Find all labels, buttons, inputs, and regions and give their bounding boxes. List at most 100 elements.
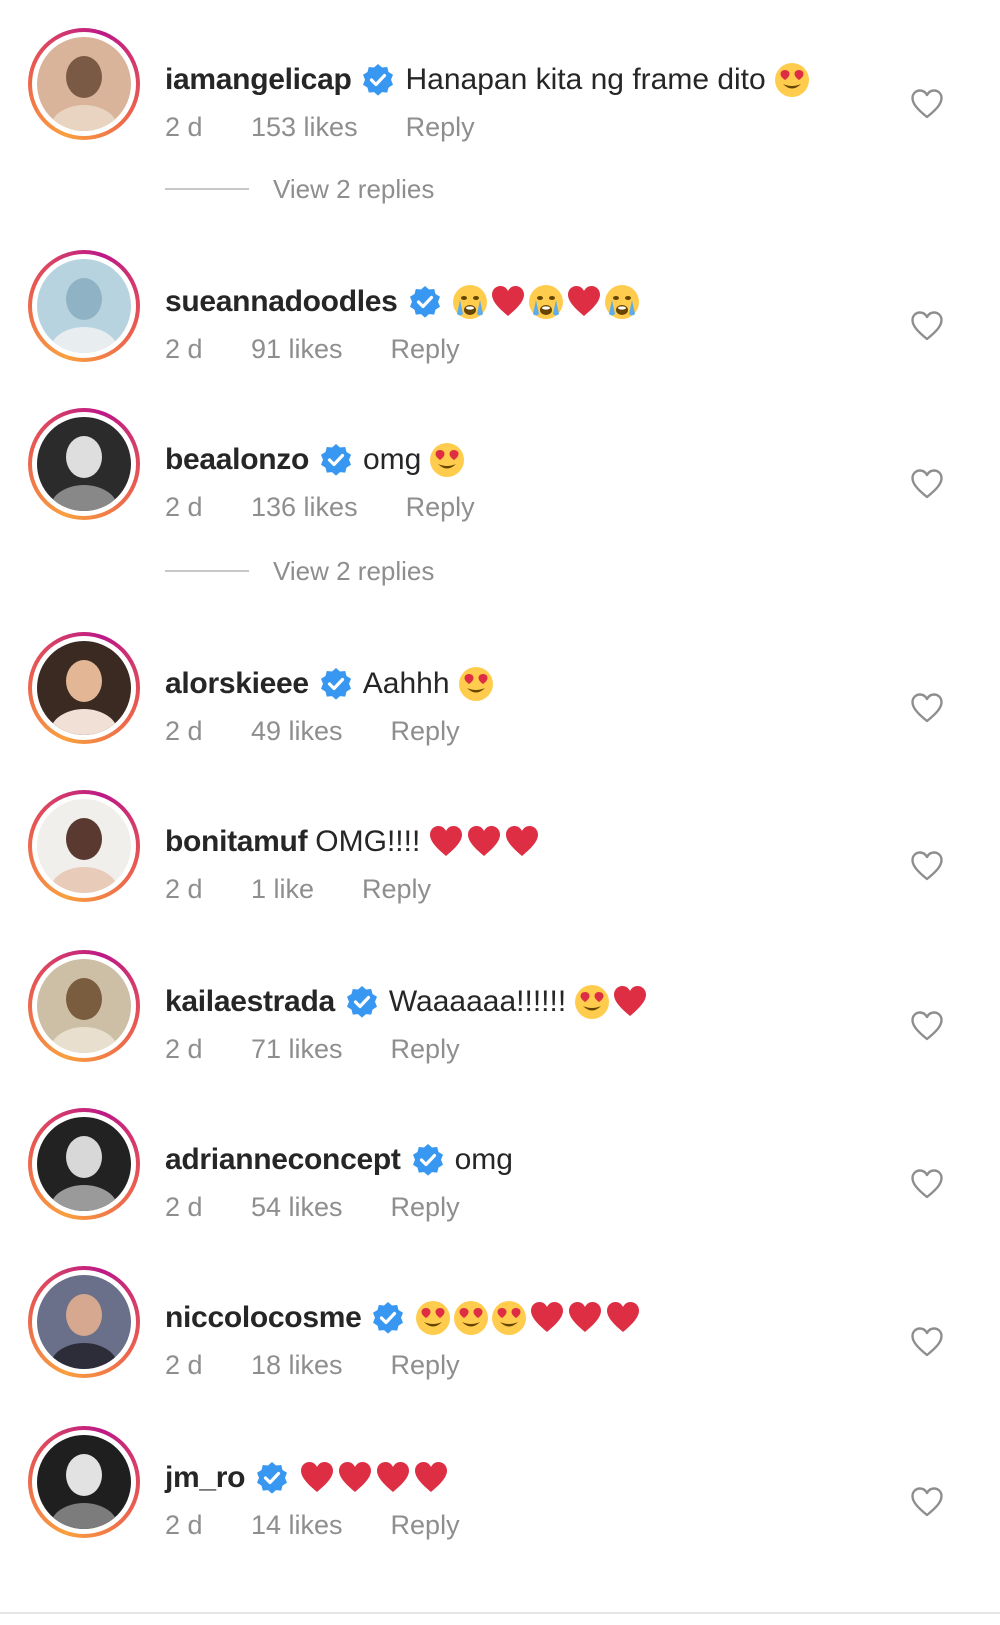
reply-button[interactable]: Reply: [391, 716, 460, 747]
verified-badge-icon: [371, 1301, 405, 1335]
heart-eyes-emoji-icon: [415, 1300, 451, 1336]
avatar[interactable]: [28, 1426, 140, 1538]
reply-button[interactable]: Reply: [391, 1034, 460, 1065]
comment-timestamp: 2 d: [165, 1033, 203, 1064]
comment-meta: 2 d 49 likes Reply: [165, 714, 460, 748]
crying-emoji-icon: [452, 284, 488, 320]
avatar[interactable]: [28, 28, 140, 140]
red-heart-emoji-icon: [413, 1460, 449, 1496]
comment-body: sueannadoodles: [165, 280, 642, 324]
avatar-photo: [37, 1435, 131, 1529]
avatar[interactable]: [28, 790, 140, 902]
reply-button[interactable]: Reply: [391, 1510, 460, 1541]
view-replies-divider: [165, 570, 249, 572]
comment-item: niccolocosme 2 d 18 likes Reply: [0, 1266, 1000, 1396]
username-link[interactable]: beaalonzo: [165, 443, 309, 477]
likes-count-link[interactable]: 54 likes: [251, 1192, 343, 1223]
avatar[interactable]: [28, 632, 140, 744]
username-link[interactable]: jm_ro: [165, 1461, 246, 1495]
avatar[interactable]: [28, 1108, 140, 1220]
red-heart-emoji-icon: [428, 824, 464, 860]
reply-button[interactable]: Reply: [362, 874, 431, 905]
avatar[interactable]: [28, 250, 140, 362]
verified-badge-icon: [361, 63, 395, 97]
username-link[interactable]: alorskieee: [165, 667, 309, 701]
likes-count-link[interactable]: 1 like: [251, 874, 314, 905]
username-link[interactable]: bonitamuf: [165, 825, 308, 859]
comment-meta: 2 d 54 likes Reply: [165, 1190, 460, 1224]
avatar[interactable]: [28, 408, 140, 520]
like-heart-icon[interactable]: [910, 310, 944, 342]
reply-button[interactable]: Reply: [391, 1350, 460, 1381]
comment-emojis: [574, 984, 650, 1020]
username-link[interactable]: sueannadoodles: [165, 285, 398, 319]
red-heart-emoji-icon: [529, 1300, 565, 1336]
like-heart-icon[interactable]: [910, 1168, 944, 1200]
crying-emoji-icon: [528, 284, 564, 320]
heart-eyes-emoji-icon: [574, 984, 610, 1020]
red-heart-emoji-icon: [375, 1460, 411, 1496]
likes-count-link[interactable]: 153 likes: [251, 112, 358, 143]
comment-body: iamangelicap Hanapan kita ng frame dito: [165, 58, 812, 102]
comment-text: Aahhh: [362, 667, 450, 700]
reply-button[interactable]: Reply: [391, 334, 460, 365]
avatar-photo: [37, 641, 131, 735]
comment-item: adrianneconcept omg 2 d 54 likes Reply: [0, 1108, 1000, 1238]
likes-count-link[interactable]: 136 likes: [251, 492, 358, 523]
comment-meta: 2 d 136 likes Reply: [165, 490, 475, 524]
comment-emojis: [458, 666, 496, 702]
avatar-photo: [37, 1275, 131, 1369]
comment-item: kailaestrada Waaaaaa!!!!!! 2 d 71 likes Repl…: [0, 950, 1000, 1080]
avatar[interactable]: [28, 1266, 140, 1378]
comment-emojis: [774, 62, 812, 98]
avatar-photo: [37, 259, 131, 353]
username-link[interactable]: iamangelicap: [165, 63, 352, 97]
comment-item: bonitamuf OMG!!!! 2 d 1 like Reply: [0, 790, 1000, 920]
reply-button[interactable]: Reply: [406, 112, 475, 143]
like-heart-icon[interactable]: [910, 692, 944, 724]
comment-text: Waaaaaa!!!!!!: [388, 985, 567, 1018]
comment-timestamp: 2 d: [165, 873, 203, 904]
avatar-photo: [37, 959, 131, 1053]
crying-emoji-icon: [604, 284, 640, 320]
username-link[interactable]: niccolocosme: [165, 1301, 362, 1335]
comment-item: beaalonzo omg 2 d 136 likes Reply: [0, 408, 1000, 538]
comment-emojis: [452, 284, 642, 320]
verified-badge-icon: [319, 443, 353, 477]
like-heart-icon[interactable]: [910, 1010, 944, 1042]
verified-badge-icon: [345, 985, 379, 1019]
likes-count-link[interactable]: 14 likes: [251, 1510, 343, 1541]
comment-timestamp: 2 d: [165, 333, 203, 364]
likes-count-link[interactable]: 18 likes: [251, 1350, 343, 1381]
view-replies-button[interactable]: View 2 replies: [165, 172, 434, 206]
like-heart-icon[interactable]: [910, 1326, 944, 1358]
heart-eyes-emoji-icon: [774, 62, 810, 98]
likes-count-link[interactable]: 91 likes: [251, 334, 343, 365]
red-heart-emoji-icon: [612, 984, 648, 1020]
like-heart-icon[interactable]: [910, 88, 944, 120]
verified-badge-icon: [408, 285, 442, 319]
view-replies-button[interactable]: View 2 replies: [165, 554, 434, 588]
comment-timestamp: 2 d: [165, 491, 203, 522]
username-link[interactable]: kailaestrada: [165, 985, 335, 1019]
like-heart-icon[interactable]: [910, 1486, 944, 1518]
like-heart-icon[interactable]: [910, 468, 944, 500]
username-link[interactable]: adrianneconcept: [165, 1143, 401, 1177]
likes-count-link[interactable]: 49 likes: [251, 716, 343, 747]
view-replies-label: View 2 replies: [273, 173, 435, 204]
red-heart-emoji-icon: [299, 1460, 335, 1496]
verified-badge-icon: [411, 1143, 445, 1177]
comment-emojis: [415, 1300, 643, 1336]
bottom-divider: [0, 1612, 1000, 1614]
red-heart-emoji-icon: [490, 284, 526, 320]
reply-button[interactable]: Reply: [391, 1192, 460, 1223]
likes-count-link[interactable]: 71 likes: [251, 1034, 343, 1065]
reply-button[interactable]: Reply: [406, 492, 475, 523]
avatar[interactable]: [28, 950, 140, 1062]
comment-emojis: [429, 442, 467, 478]
comment-item: sueannadoodles 2 d 91 likes Reply: [0, 250, 1000, 380]
red-heart-emoji-icon: [566, 284, 602, 320]
like-heart-icon[interactable]: [910, 850, 944, 882]
comment-text: Hanapan kita ng frame dito: [405, 63, 766, 96]
heart-eyes-emoji-icon: [429, 442, 465, 478]
